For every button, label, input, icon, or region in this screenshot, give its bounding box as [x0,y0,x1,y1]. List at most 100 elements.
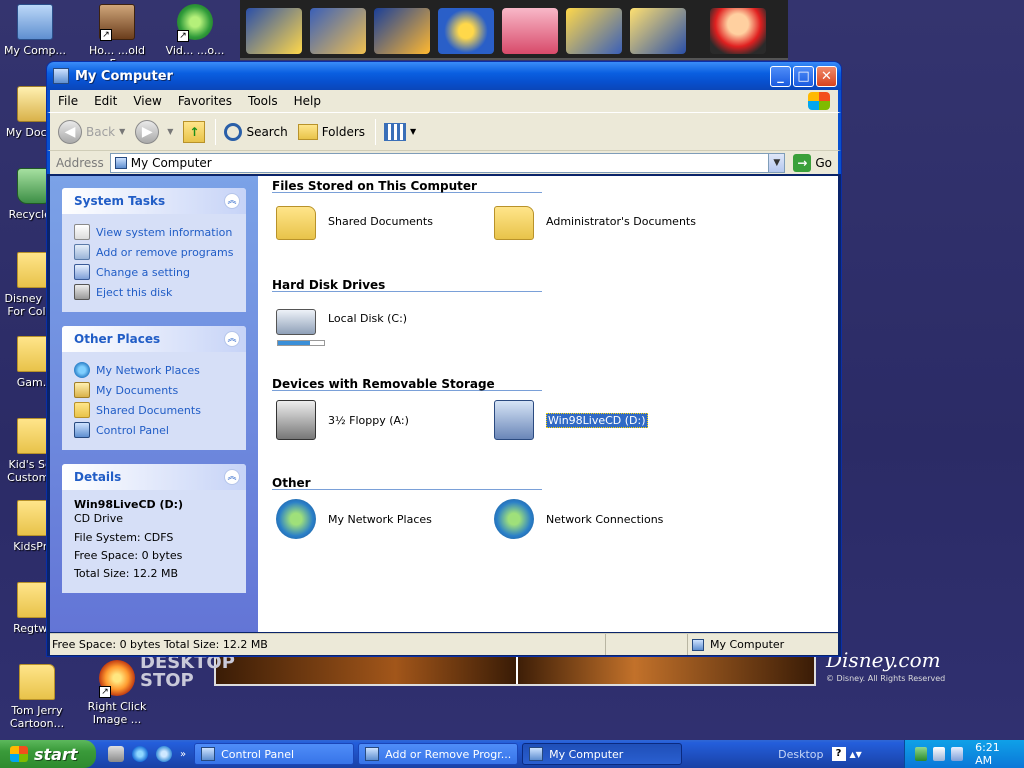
menu-file[interactable]: File [58,94,78,108]
cd-drive-icon [494,400,534,440]
item-local-disk-c[interactable]: Local Disk (C:) [276,301,407,346]
system-info-icon [74,224,90,240]
computer-icon [53,68,69,84]
collapse-chevron-icon[interactable]: ︽ [224,331,240,347]
menu-view[interactable]: View [133,94,161,108]
group-files-stored: Files Stored on This Computer Shared Doc… [272,176,838,275]
tray-app-icon[interactable] [915,747,928,761]
taskbar: start » Control Panel Add or Remove Prog… [0,740,1024,768]
item-label: Network Connections [546,512,664,526]
desktop-icon-label: Vid... ...o... [165,44,225,57]
folders-button[interactable]: Folders [297,123,365,140]
help-icon[interactable]: ? [831,747,846,761]
title-bar[interactable]: My Computer _ □ ✕ [47,62,841,90]
collapse-chevron-icon[interactable]: ︽ [224,469,240,485]
item-network-connections[interactable]: Network Connections [494,499,663,539]
go-button[interactable]: → Go [793,153,832,172]
desktop-icon-tom-jerry[interactable]: Tom Jerry Cartoon... [0,664,74,730]
strip-image [310,8,366,54]
tray-app-icon[interactable] [933,747,946,761]
details-header[interactable]: Details ︽ [62,464,246,490]
start-button[interactable]: start [0,740,96,768]
details-free-space: Free Space: 0 bytes [74,549,183,562]
menu-favorites[interactable]: Favorites [178,94,232,108]
status-bar: Free Space: 0 bytes Total Size: 12.2 MB … [50,633,838,655]
items-pane: Files Stored on This Computer Shared Doc… [258,176,838,632]
task-eject-disk[interactable]: Eject this disk [74,282,234,302]
show-desktop-icon[interactable] [108,746,124,762]
desktop-stop-logo: DESKTOP STOP [140,652,235,691]
quick-launch-more-icon[interactable]: » [180,749,186,760]
desktop-icon-my-computer[interactable]: My Comp... [0,4,72,57]
item-administrators-documents[interactable]: Administrator's Documents [494,202,696,240]
address-label: Address [56,155,104,170]
menu-edit[interactable]: Edit [94,94,117,108]
item-floppy-a[interactable]: 3½ Floppy (A:) [276,400,409,440]
task-add-remove-programs[interactable]: Add or remove programs [74,242,234,262]
dropdown-arrow-icon: ▼ [167,127,174,136]
taskbar-button-add-remove-programs[interactable]: Add or Remove Progr... [358,743,519,765]
folder-icon [74,402,90,418]
task-change-setting[interactable]: Change a setting [74,262,234,282]
details-panel: Details ︽ Win98LiveCD (D:) CD Drive File… [62,464,246,593]
window-title: My Computer [75,68,173,84]
item-cd-drive-d[interactable]: Win98LiveCD (D:) [494,400,648,440]
status-text: Free Space: 0 bytes Total Size: 12.2 MB [50,634,606,655]
place-my-network-places[interactable]: My Network Places [74,360,234,380]
tray-app-icon[interactable] [951,747,964,761]
place-control-panel[interactable]: Control Panel [74,420,234,440]
control-panel-icon [74,422,90,438]
other-places-header[interactable]: Other Places ︽ [62,326,246,352]
desktop-toolbar-label[interactable]: Desktop [778,748,823,761]
taskbar-button-control-panel[interactable]: Control Panel [194,743,355,765]
folder-up-icon: ↑ [183,120,206,143]
search-button[interactable]: Search [224,122,288,141]
item-label: Shared Documents [328,214,433,228]
content-area: System Tasks ︽ View system information A… [50,176,838,632]
task-label: Add or remove programs [96,245,234,259]
menu-tools[interactable]: Tools [248,94,278,108]
menu-help[interactable]: Help [294,94,321,108]
top-image-strip [240,0,788,60]
address-input[interactable]: My Computer ▼ [109,152,786,173]
item-my-network-places[interactable]: My Network Places [276,499,432,539]
folder-icon [276,206,316,240]
add-remove-icon [365,747,380,761]
computer-icon [17,4,53,40]
taskbar-button-my-computer[interactable]: My Computer [522,743,683,765]
disney-copyright: © Disney. All Rights Reserved [826,674,946,683]
task-label: Eject this disk [96,285,173,299]
system-tasks-header[interactable]: System Tasks ︽ [62,188,246,214]
chevron-down-icon[interactable]: ▲▼ [850,750,862,759]
address-dropdown-button[interactable]: ▼ [768,153,785,172]
maximize-button[interactable]: □ [793,65,814,87]
toolbar-separator [215,118,217,145]
desktop-icon-shortcut-2[interactable]: ↗ Vid... ...o... [158,4,232,57]
collapse-chevron-icon[interactable]: ︽ [224,193,240,209]
control-panel-icon [201,747,216,761]
add-remove-icon [74,244,90,260]
views-icon [384,122,407,141]
forward-button[interactable]: ▶ ▼ [135,119,174,144]
system-tasks-panel: System Tasks ︽ View system information A… [62,188,246,312]
back-button[interactable]: ◀ Back ▼ [58,119,125,144]
mario-image [710,8,766,54]
place-shared-documents[interactable]: Shared Documents [74,400,234,420]
minimize-button[interactable]: _ [770,65,791,87]
clock[interactable]: 6:21 AM [975,741,1014,767]
close-button[interactable]: ✕ [816,65,837,87]
views-button[interactable]: ▼ [384,122,416,141]
internet-explorer-icon[interactable] [132,746,148,762]
outlook-express-icon[interactable] [156,746,172,762]
desktop-icon-label: Right Click Image ... [87,700,147,726]
group-header: Files Stored on This Computer [272,176,542,193]
strip-image [502,8,558,54]
strip-image [630,8,686,54]
item-shared-documents[interactable]: Shared Documents [276,202,433,240]
place-my-documents[interactable]: My Documents [74,380,234,400]
task-view-system-information[interactable]: View system information [74,222,234,242]
up-button[interactable]: ↑ [183,120,206,143]
hard-disk-icon [276,309,325,346]
group-removable-storage: Devices with Removable Storage 3½ Floppy… [272,374,838,473]
strip-image [246,8,302,54]
